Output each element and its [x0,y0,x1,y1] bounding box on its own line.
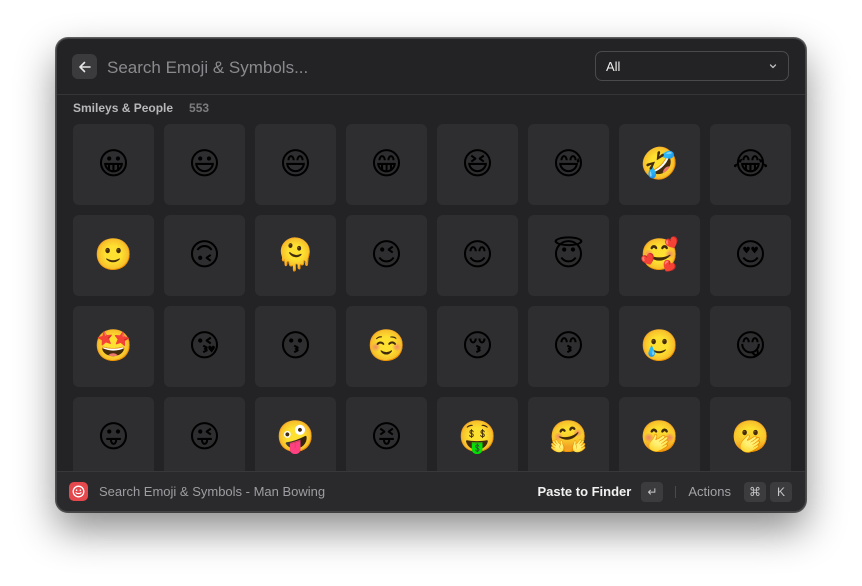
emoji-glyph: 😍 [734,237,767,273]
emoji-glyph: 🫢 [731,419,770,455]
emoji-cell[interactable]: 😝 [346,397,427,473]
emoji-glyph: 🥰 [640,237,679,273]
emoji-glyph: 😅 [552,146,585,182]
section-header: Smileys & People 553 [73,101,209,115]
emoji-cell[interactable]: 🥲 [619,306,700,387]
emoji-cell[interactable]: 🙃 [164,215,245,296]
category-dropdown[interactable]: All [595,51,789,81]
emoji-glyph: 🙃 [188,237,221,273]
emoji-glyph: 🤪 [276,419,315,455]
smiley-app-icon [69,482,88,501]
emoji-glyph: 🤩 [94,328,133,364]
emoji-cell[interactable]: 😇 [528,215,609,296]
emoji-glyph: 🫠 [276,237,315,273]
section-count: 553 [189,101,210,115]
emoji-cell[interactable]: 😙 [528,306,609,387]
emoji-cell[interactable]: 😋 [710,306,791,387]
emoji-cell[interactable]: 😄 [255,124,336,205]
emoji-cell[interactable]: 😅 [528,124,609,205]
emoji-grid-scroll[interactable]: 😀 😃 😄 😁 😆 😅 🤣 😂 🙂 🙃 🫠 😉 😊 😇 🥰 😍 🤩 😘 😗 ☺️ 😚 😙 🥲 😋 😛 😜 🤪 😝 🤑 🤗 🤭 🫢 [73,124,793,473]
search-input[interactable] [105,53,529,83]
emoji-cell[interactable]: 🤣 [619,124,700,205]
emoji-glyph: 😀 [97,146,130,182]
emoji-glyph: ☺️ [367,328,406,364]
emoji-glyph: 😃 [188,146,221,182]
emoji-glyph: 😜 [188,419,221,455]
emoji-glyph: 🤑 [458,419,497,455]
search-bar: All [57,39,805,95]
enter-key-hint: ↵ [641,481,664,502]
emoji-cell[interactable]: 😜 [164,397,245,473]
emoji-cell[interactable]: 😍 [710,215,791,296]
emoji-cell[interactable]: 🤪 [255,397,336,473]
emoji-glyph: 😁 [370,146,403,182]
emoji-cell[interactable]: 🙂 [73,215,154,296]
emoji-glyph: 😙 [552,328,585,364]
emoji-glyph: 😂 [732,146,769,182]
actions-button[interactable]: Actions [688,484,731,499]
emoji-glyph: 😉 [370,237,403,273]
emoji-cell[interactable]: 🤩 [73,306,154,387]
emoji-cell[interactable]: 🥰 [619,215,700,296]
emoji-glyph: 😆 [461,146,494,182]
emoji-cell[interactable]: 🫠 [255,215,336,296]
emoji-cell[interactable]: 😛 [73,397,154,473]
arrow-left-icon [78,61,91,72]
k-key-hint: K [770,481,792,502]
emoji-glyph: 🤭 [640,419,679,455]
emoji-glyph: 😇 [552,237,585,273]
emoji-cell[interactable]: 🤗 [528,397,609,473]
emoji-cell[interactable]: 😚 [437,306,518,387]
emoji-glyph: 🤣 [640,146,679,182]
footer-title: Search Emoji & Symbols - Man Bowing [99,484,326,499]
emoji-picker-window: All Smileys & People 553 😀 😃 😄 😁 😆 😅 🤣 😂 🙂 🙃 🫠 😉 😊 😇 🥰… [56,38,806,512]
emoji-cell[interactable]: 😆 [437,124,518,205]
emoji-glyph: 😋 [734,328,767,364]
emoji-cell[interactable]: 🫢 [710,397,791,473]
emoji-glyph: 😗 [279,328,312,364]
emoji-cell[interactable]: 😁 [346,124,427,205]
chevron-down-icon [769,64,777,69]
footer-divider [675,485,677,498]
paste-to-finder-button[interactable]: Paste to Finder [537,484,631,499]
emoji-cell[interactable]: 😃 [164,124,245,205]
emoji-cell[interactable]: 😉 [346,215,427,296]
emoji-cell[interactable]: 🤑 [437,397,518,473]
section-title: Smileys & People [73,101,174,115]
emoji-glyph: 🤗 [549,419,588,455]
emoji-cell[interactable]: 😊 [437,215,518,296]
emoji-glyph: 😛 [97,419,130,455]
back-button[interactable] [72,54,97,79]
smiley-icon [72,485,85,498]
dropdown-selected-value: All [606,58,621,74]
emoji-cell[interactable]: 😂 [710,124,791,205]
emoji-cell[interactable]: ☺️ [346,306,427,387]
emoji-grid: 😀 😃 😄 😁 😆 😅 🤣 😂 🙂 🙃 🫠 😉 😊 😇 🥰 😍 🤩 😘 😗 ☺️ 😚 😙 🥲 😋 😛 😜 🤪 😝 🤑 🤗 🤭 🫢 [73,124,793,473]
action-bar: Search Emoji & Symbols - Man Bowing Past… [57,471,805,511]
emoji-cell[interactable]: 😘 [164,306,245,387]
emoji-cell[interactable]: 🤭 [619,397,700,473]
cmd-key-hint: ⌘ [744,481,766,502]
emoji-glyph: 🥲 [640,328,679,364]
emoji-glyph: 😝 [370,419,403,455]
emoji-glyph: 😘 [188,328,221,364]
emoji-glyph: 😊 [461,237,494,273]
emoji-glyph: 😚 [461,328,494,364]
emoji-cell[interactable]: 😀 [73,124,154,205]
emoji-glyph: 🙂 [94,237,133,273]
emoji-glyph: 😄 [279,146,312,182]
emoji-cell[interactable]: 😗 [255,306,336,387]
